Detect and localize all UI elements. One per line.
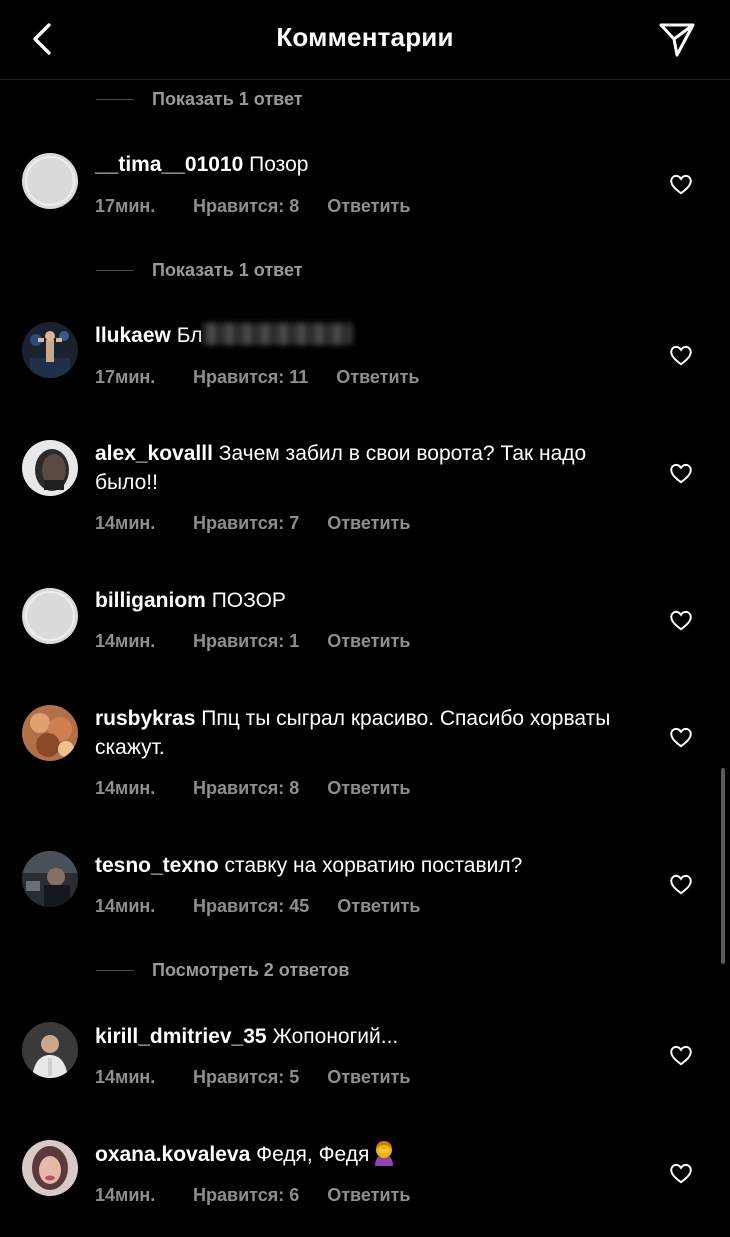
comment-body: ПОЗОР xyxy=(211,589,286,612)
avatar-photo xyxy=(22,440,78,496)
comment-username[interactable]: kirill_dmitriev_35 xyxy=(95,1025,267,1048)
comment-meta: 17мин. Нравится: 11 Ответить xyxy=(95,365,419,389)
blurred-text xyxy=(202,323,353,345)
reply-button[interactable]: Ответить xyxy=(336,367,419,388)
comment-meta: 14мин. Нравится: 8 Ответить xyxy=(95,776,410,800)
heart-icon[interactable] xyxy=(668,171,694,197)
avatar[interactable] xyxy=(22,1140,78,1196)
heart-icon[interactable] xyxy=(668,871,694,897)
reply-button[interactable]: Ответить xyxy=(327,513,410,534)
comment-text: llukaew Бл xyxy=(95,321,635,350)
divider-line xyxy=(96,269,134,271)
comment-time: 14мин. xyxy=(95,630,156,651)
heart-icon[interactable] xyxy=(668,724,694,750)
comment-likes[interactable]: Нравится: 6 xyxy=(193,1185,299,1206)
comment-body: Позор xyxy=(249,153,309,176)
page-title: Комментарии xyxy=(276,22,454,52)
reply-button[interactable]: Ответить xyxy=(327,631,410,652)
divider-line xyxy=(96,969,134,971)
comment-username[interactable]: alex_kovalll xyxy=(95,442,213,465)
heart-icon[interactable] xyxy=(668,1042,694,1068)
comment-text: alex_kovalll Зачем забил в свои ворота? … xyxy=(95,439,635,497)
avatar[interactable] xyxy=(22,1022,78,1078)
comment-meta: 14мин. Нравится: 45 Ответить xyxy=(95,894,420,918)
reply-button[interactable]: Ответить xyxy=(327,1067,410,1088)
reply-button[interactable]: Ответить xyxy=(327,1185,410,1206)
header: Комментарии xyxy=(0,0,730,80)
comment-meta: 14мин. Нравится: 6 Ответить xyxy=(95,1183,410,1207)
comment-username[interactable]: tesno_texno xyxy=(95,854,219,877)
avatar-photo xyxy=(22,851,78,907)
comment-text: tesno_texno ставку на хорватию поставил? xyxy=(95,851,635,880)
heart-icon[interactable] xyxy=(668,607,694,633)
divider-line xyxy=(96,98,134,100)
comment-likes[interactable]: Нравится: 5 xyxy=(193,1067,299,1088)
comment-text: billiganiom ПОЗОР xyxy=(95,586,635,615)
comment-likes[interactable]: Нравится: 8 xyxy=(193,196,299,217)
comment-likes[interactable]: Нравится: 7 xyxy=(193,513,299,534)
comment-time: 14мин. xyxy=(95,1184,156,1205)
comment-meta: 14мин. Нравится: 1 Ответить xyxy=(95,629,410,653)
comment-body: Федя, Федя xyxy=(256,1143,370,1166)
send-icon xyxy=(659,23,695,57)
comment-time: 14мин. xyxy=(95,1066,156,1087)
comment-username[interactable]: billiganiom xyxy=(95,589,206,612)
heart-icon[interactable] xyxy=(668,342,694,368)
heart-icon[interactable] xyxy=(668,1160,694,1186)
comment-likes[interactable]: Нравится: 1 xyxy=(193,631,299,652)
comment-time: 14мин. xyxy=(95,895,156,916)
reply-button[interactable]: Ответить xyxy=(327,196,410,217)
avatar[interactable] xyxy=(22,705,78,761)
comment-username[interactable]: rusbykras xyxy=(95,707,195,730)
facepalm-woman-emoji xyxy=(375,1141,394,1166)
avatar[interactable] xyxy=(22,440,78,496)
avatar-photo xyxy=(22,1022,78,1078)
comment-body: Бл xyxy=(176,324,203,347)
comment-time: 14мин. xyxy=(95,512,156,533)
comment-text: rusbykras Ппц ты сыграл красиво. Спасибо… xyxy=(95,704,635,762)
comment-body: ставку на хорватию поставил? xyxy=(224,854,523,877)
scrollbar[interactable] xyxy=(721,768,725,964)
avatar[interactable] xyxy=(22,322,78,378)
heart-icon[interactable] xyxy=(668,460,694,486)
comment-text: oxana.kovaleva Федя, Федя xyxy=(95,1140,635,1169)
show-replies-link[interactable]: Показать 1 ответ xyxy=(96,87,303,111)
avatar-photo xyxy=(22,322,78,378)
show-replies-label: Посмотреть 2 ответов xyxy=(152,959,350,980)
comment-time: 14мин. xyxy=(95,777,156,798)
comment-meta: 14мин. Нравится: 5 Ответить xyxy=(95,1065,410,1089)
comment-time: 17мин. xyxy=(95,366,156,387)
avatar[interactable] xyxy=(22,851,78,907)
show-replies-label: Показать 1 ответ xyxy=(152,259,303,280)
comment-meta: 17мин. Нравится: 8 Ответить xyxy=(95,194,410,218)
show-replies-link[interactable]: Посмотреть 2 ответов xyxy=(96,958,349,982)
comment-meta: 14мин. Нравится: 7 Ответить xyxy=(95,511,410,535)
comment-text: __tima__01010 Позор xyxy=(95,150,635,179)
comment-username[interactable]: oxana.kovaleva xyxy=(95,1143,250,1166)
reply-button[interactable]: Ответить xyxy=(327,778,410,799)
reply-button[interactable]: Ответить xyxy=(337,896,420,917)
comment-likes[interactable]: Нравится: 8 xyxy=(193,778,299,799)
comment-text: kirill_dmitriev_35 Жопоногий... xyxy=(95,1022,635,1051)
comment-likes[interactable]: Нравится: 45 xyxy=(193,896,309,917)
avatar-photo xyxy=(22,705,78,761)
show-replies-label: Показать 1 ответ xyxy=(152,88,303,109)
avatar[interactable] xyxy=(22,153,78,209)
comment-username[interactable]: __tima__01010 xyxy=(95,153,243,176)
comment-time: 17мин. xyxy=(95,195,156,216)
comment-body: Жопоногий... xyxy=(272,1025,399,1048)
avatar-photo xyxy=(22,1140,78,1196)
avatar[interactable] xyxy=(22,588,78,644)
comment-likes[interactable]: Нравится: 11 xyxy=(193,367,308,388)
show-replies-link[interactable]: Показать 1 ответ xyxy=(96,258,303,282)
comment-username[interactable]: llukaew xyxy=(95,324,171,347)
share-button[interactable] xyxy=(654,16,700,62)
